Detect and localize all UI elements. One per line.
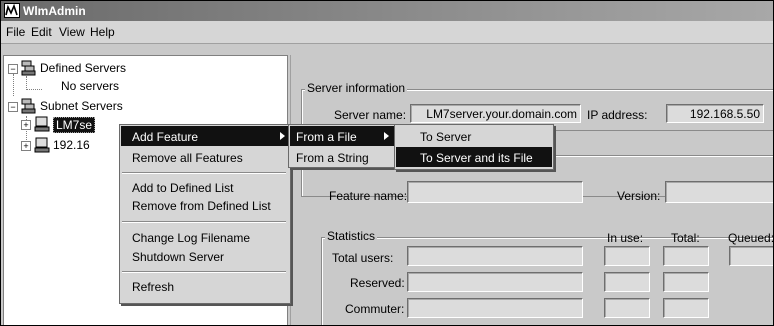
tree-item-defined-servers[interactable]: Defined Servers [40,61,126,75]
server-name-field: LM7server.your.domain.com [410,104,581,123]
commuter-field [407,298,583,318]
menu-item-refresh[interactable]: Refresh [132,280,174,294]
feature-name-field [407,181,583,203]
menu-separator [122,221,286,223]
tree-line [26,89,42,90]
menu-view[interactable]: View [59,25,85,39]
version-field [665,181,773,203]
menu-item-to-server-and-file[interactable]: To Server and its File [420,151,533,165]
ip-address-field: 192.168.5.50 [666,104,764,123]
server-info-legend: Server information [305,81,408,95]
menu-file[interactable]: File [6,25,25,39]
reserved-label: Reserved: [350,276,405,290]
reserved-field [407,272,583,292]
tree-item-server-selected[interactable]: LM7se [53,117,96,133]
window-title: WlmAdmin [23,4,86,18]
feature-name-label: Feature name: [329,189,408,203]
commuter-inuse-field [604,298,650,318]
commuter-label: Commuter: [345,302,405,316]
total-label: Total: [671,231,700,245]
title-bar[interactable]: WlmAdmin [1,1,773,21]
in-use-label: In use: [607,231,644,245]
reserved-inuse-field [604,272,650,292]
server-group-icon [21,98,36,114]
app-icon [4,3,20,18]
menu-item-from-file[interactable]: From a File [296,130,357,144]
menu-bar: File Edit View Help [1,21,773,44]
expand-toggle-server1[interactable]: + [21,120,31,130]
tree-item-server2[interactable]: 192.16 [53,138,90,152]
menu-separator [122,271,286,273]
statistics-legend: Statistics [325,229,378,243]
collapse-toggle-subnet[interactable]: − [8,102,18,112]
collapse-toggle-defined[interactable]: − [8,64,18,74]
menu-item-add-feature[interactable]: Add Feature [132,130,198,144]
add-feature-submenu: From a File From a String [288,124,397,168]
commuter-total-field [663,298,709,318]
from-file-submenu: To Server To Server and its File [394,124,554,170]
total-users-field [407,246,583,266]
menu-edit[interactable]: Edit [31,25,52,39]
tree-item-subnet-servers[interactable]: Subnet Servers [40,99,123,113]
total-users-total-field [663,246,709,266]
total-users-label: Total users: [332,251,394,265]
details-panel: Server information Server name: LM7serve… [290,55,774,325]
context-menu: Add Feature Remove all Features Add to D… [119,124,291,304]
reserved-total-field [663,272,709,292]
tree-line [26,76,27,90]
submenu-arrow-icon [384,132,389,140]
total-users-inuse-field [604,246,650,266]
server-icon [34,116,50,132]
ip-address-label: IP address: [587,108,648,122]
expand-toggle-server2[interactable]: + [21,141,31,151]
menu-item-remove-from-defined[interactable]: Remove from Defined List [132,199,271,213]
menu-item-to-server[interactable]: To Server [420,130,471,144]
tree-item-no-servers[interactable]: No servers [61,79,119,93]
menu-item-remove-all-features[interactable]: Remove all Features [132,151,243,165]
server-group-icon [21,60,36,76]
menu-separator [122,172,286,174]
submenu-arrow-icon [280,132,285,140]
menu-help[interactable]: Help [90,25,115,39]
menu-item-add-to-defined[interactable]: Add to Defined List [132,181,233,195]
server-icon [34,137,50,153]
version-label: Version: [617,189,661,203]
menu-item-shutdown[interactable]: Shutdown Server [132,250,224,264]
queued-label: Queued: [728,231,774,245]
tree-line [13,74,14,96]
menu-item-change-log[interactable]: Change Log Filename [132,231,250,245]
menu-item-from-string[interactable]: From a String [296,151,369,165]
total-users-queued-field [729,246,773,266]
server-name-label: Server name: [334,108,407,122]
app-window: WlmAdmin File Edit View Help − Defined S… [0,0,774,326]
